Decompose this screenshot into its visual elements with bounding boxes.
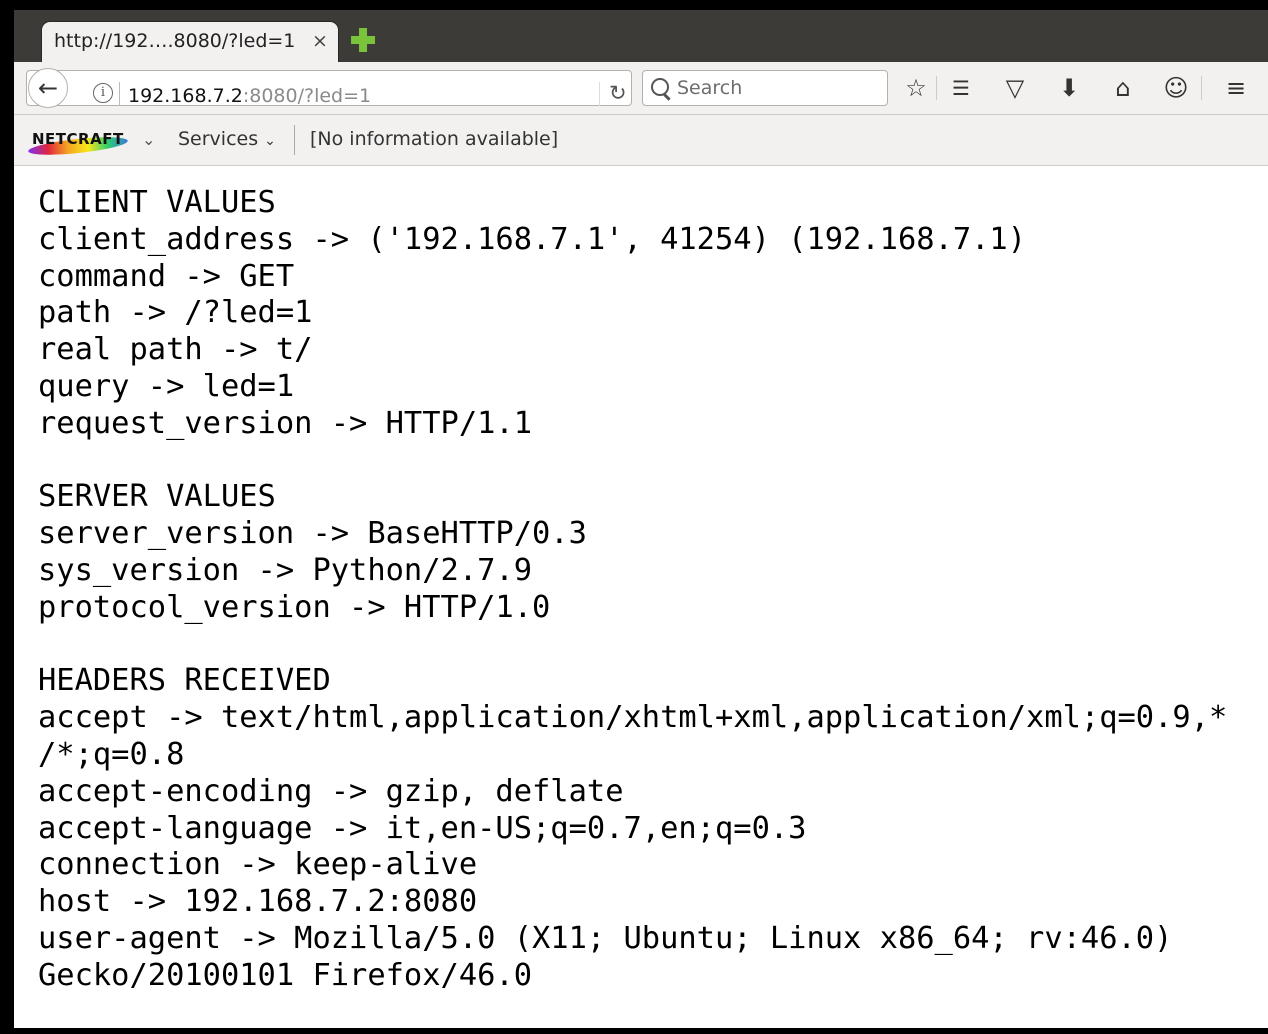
bookmarks-menu-icon[interactable]: ☰	[946, 75, 976, 101]
services-menu[interactable]: Services ⌄	[178, 128, 276, 150]
pocket-icon[interactable]: ▽	[1000, 75, 1030, 101]
content-line: Gecko/20100101 Firefox/46.0	[38, 957, 533, 993]
content-line	[38, 443, 1227, 480]
browser-window: http://192….8080/?led=1 × i 192.168.7.2:…	[12, 10, 1268, 1028]
tab-title: http://192….8080/?led=1	[54, 30, 296, 52]
home-icon[interactable]: ⌂	[1108, 75, 1138, 101]
hello-chat-icon[interactable]: ☺	[1161, 75, 1191, 101]
content-line: accept -> text/html,application/xhtml+xm…	[38, 700, 1228, 736]
chevron-down-icon[interactable]: ⌄	[142, 130, 155, 149]
content-line: CLIENT VALUES	[38, 185, 276, 220]
content-line: query -> led=1	[38, 368, 295, 404]
url-host: 192.168.7.2	[128, 85, 243, 107]
page-content: CLIENT VALUES client_address -> ('192.168…	[38, 185, 1227, 995]
menu-icon[interactable]: ≡	[1221, 75, 1251, 101]
content-line: request_version -> HTTP/1.1	[38, 405, 533, 441]
netcraft-logo-text: NETCRAFT	[32, 130, 124, 148]
url-path: :8080/?led=1	[242, 85, 372, 107]
search-box[interactable]: Search	[642, 70, 888, 106]
downloads-icon[interactable]: ⬇	[1054, 75, 1084, 101]
content-line: SERVER VALUES	[38, 479, 276, 515]
url-separator	[119, 82, 120, 106]
reload-icon[interactable]: ↻	[609, 81, 627, 105]
content-line: server_version -> BaseHTTP/0.3	[38, 516, 587, 552]
content-line: accept-language -> it,en-US;q=0.7,en;q=0…	[38, 810, 807, 846]
content-line: path -> /?led=1	[38, 295, 313, 331]
url-bar[interactable]: i 192.168.7.2:8080/?led=1 ↻	[26, 70, 632, 107]
content-line: command -> GET	[38, 258, 295, 294]
netcraft-logo[interactable]: NETCRAFT	[27, 130, 132, 159]
url-text[interactable]: 192.168.7.2:8080/?led=1	[128, 85, 371, 107]
toolbar-separator	[936, 76, 937, 100]
reload-separator	[599, 82, 600, 106]
new-tab-icon[interactable]	[351, 28, 375, 52]
content-line: connection -> keep-alive	[38, 847, 478, 883]
search-icon	[651, 78, 669, 96]
browser-tab[interactable]: http://192….8080/?led=1 ×	[42, 22, 338, 62]
content-line: host -> 192.168.7.2:8080	[38, 884, 478, 920]
services-label: Services	[178, 128, 259, 150]
content-line: client_address -> ('192.168.7.1', 41254)…	[38, 221, 1027, 257]
chevron-down-icon: ⌄	[264, 133, 276, 149]
content-line: user-agent -> Mozilla/5.0 (X11; Ubuntu; …	[38, 920, 1173, 956]
content-line: protocol_version -> HTTP/1.0	[38, 589, 551, 625]
content-line: /*;q=0.8	[38, 736, 185, 772]
info-icon[interactable]: i	[93, 83, 113, 103]
navigation-bar: i 192.168.7.2:8080/?led=1 ↻ ← Search ☆ ☰…	[14, 62, 1268, 115]
tab-close-icon[interactable]: ×	[312, 30, 328, 52]
bookmark-star-icon[interactable]: ☆	[901, 75, 931, 101]
toolbar-separator	[1201, 76, 1202, 100]
back-arrow-icon: ←	[37, 74, 59, 102]
tab-strip: http://192….8080/?led=1 ×	[14, 10, 1268, 62]
content-line: accept-encoding -> gzip, deflate	[38, 773, 624, 809]
back-button[interactable]: ←	[28, 68, 68, 108]
netcraft-toolbar: NETCRAFT ⌄ Services ⌄ [No information av…	[14, 115, 1268, 166]
content-line: HEADERS RECEIVED	[38, 663, 331, 699]
netcraft-separator	[294, 125, 295, 155]
content-line: real path -> t/	[38, 332, 313, 368]
search-placeholder: Search	[677, 77, 743, 99]
netcraft-info: [No information available]	[310, 128, 559, 150]
content-line	[38, 627, 1227, 664]
content-line: sys_version -> Python/2.7.9	[38, 552, 533, 588]
